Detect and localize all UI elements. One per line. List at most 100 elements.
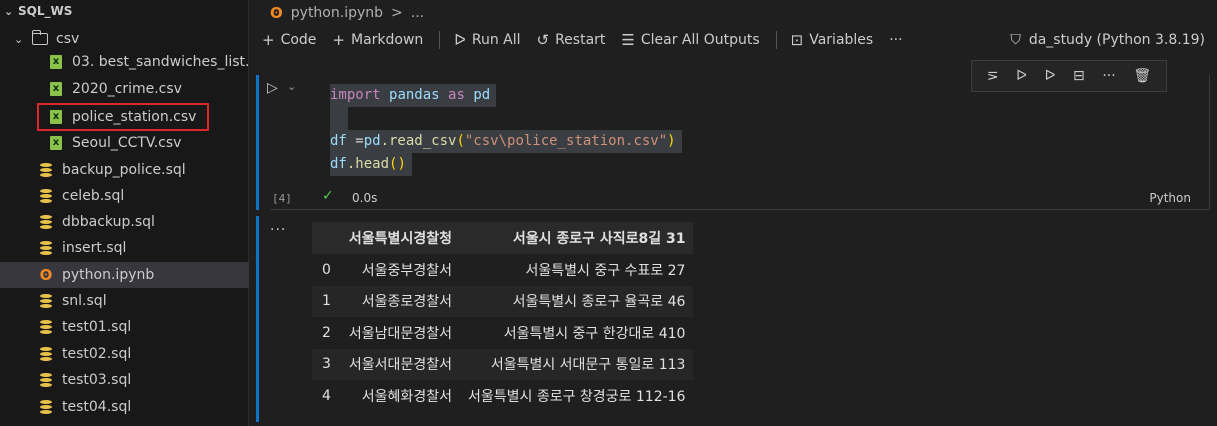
clear-outputs-button[interactable]: ☰ Clear All Outputs [621, 31, 759, 49]
table-row: 1 서울종로경찰서 서울특별시 종로구 율곡로 46 [312, 285, 694, 317]
more-actions-button[interactable]: ··· [889, 32, 902, 48]
code-token: ( [456, 133, 465, 149]
code-token: .read_csv [380, 133, 457, 149]
run-all-button[interactable]: ᐅ Run All [454, 31, 520, 49]
chevron-down-icon: ⌄ [14, 32, 24, 46]
cell-language[interactable]: Python [1149, 191, 1191, 205]
file-item[interactable]: test02.sql [0, 341, 249, 367]
csv-file-icon: x [48, 135, 64, 151]
file-item[interactable]: x Seoul_CCTV.csv [0, 130, 249, 156]
table-cell: 서울특별시 종로구 창경궁로 112-16 [467, 388, 686, 405]
file-item[interactable]: backup_police.sql [0, 157, 249, 183]
file-item[interactable]: test03.sql [0, 367, 249, 393]
clear-outputs-label: Clear All Outputs [640, 32, 760, 48]
breadcrumb[interactable]: ʘ python.ipynb > ... [270, 2, 424, 24]
more-icon: ··· [889, 32, 903, 48]
kernel-label: da_study (Python 3.8.19) [1028, 32, 1205, 48]
variables-icon: ⊡ [790, 31, 804, 49]
code-token: .head [346, 156, 390, 172]
code-token: pd [363, 133, 381, 149]
database-file-icon [38, 399, 54, 415]
add-code-button[interactable]: + Code [262, 31, 316, 49]
run-above-icon[interactable]: ᐅ [1016, 68, 1027, 84]
table-header: 서울특별시경찰청 [340, 222, 460, 254]
code-token: = [346, 133, 364, 149]
more-icon[interactable]: ··· [1102, 68, 1115, 84]
trash-icon[interactable]: 🗑 [1133, 68, 1151, 84]
database-file-icon [38, 346, 54, 362]
table-row: 2 서울남대문경찰서 서울특별시 중구 한강대로 410 [312, 317, 693, 349]
database-file-icon [38, 319, 54, 335]
file-item[interactable]: test01.sql [0, 314, 249, 340]
kernel-icon: ⛉ [1010, 32, 1021, 48]
file-label: python.ipynb [62, 267, 155, 283]
table-cell: 서울종로경찰서 [340, 285, 460, 317]
file-item[interactable]: test04.sql [0, 394, 249, 420]
dataframe-output: 서울특별시경찰청 서울시 종로구 사직로8길 31 0 서울중부경찰서 서울특별… [312, 222, 694, 412]
code-line: df.head() [330, 153, 780, 176]
table-cell: 서울특별시 종로구 율곡로 46 [459, 285, 694, 317]
table-header-row: 서울특별시경찰청 서울시 종로구 사직로8길 31 [312, 222, 694, 254]
code-token: ) [667, 133, 676, 149]
file-item[interactable]: dbbackup.sql [0, 209, 249, 235]
file-label: backup_police.sql [62, 162, 186, 178]
file-item[interactable]: insert.sql [0, 235, 249, 261]
add-code-label: Code [280, 32, 317, 48]
workspace-root[interactable]: ⌄ SQL_WS [0, 0, 248, 22]
table-cell: 서울남대문경찰서 [348, 325, 452, 342]
file-item[interactable]: celeb.sql [0, 183, 249, 209]
file-label: dbbackup.sql [62, 214, 155, 230]
file-label: insert.sql [62, 240, 127, 256]
restart-button[interactable]: ↺ Restart [537, 31, 606, 49]
restart-icon: ↺ [536, 31, 550, 49]
execution-time: 0.0s [352, 191, 378, 205]
table-row: 0 서울중부경찰서 서울특별시 중구 수표로 27 [312, 254, 693, 286]
run-below-icon[interactable]: ᐅ [1045, 68, 1056, 84]
table-header: 서울시 종로구 사직로8길 31 [459, 222, 694, 254]
folder-open-icon [31, 30, 48, 47]
folder-label: csv [56, 31, 80, 47]
kernel-picker[interactable]: ⛉ da_study (Python 3.8.19) [1010, 28, 1205, 52]
plus-icon: + [332, 31, 345, 49]
run-cell-icon[interactable]: ▷ [267, 80, 278, 96]
breadcrumb-more[interactable]: ... [411, 5, 424, 21]
file-item-active[interactable]: ʘ python.ipynb [0, 262, 249, 288]
file-label: test04.sql [62, 399, 132, 415]
table-row: 4 서울혜화경찰서 서울특별시 종로구 창경궁로 112-16 [312, 380, 693, 412]
breadcrumb-file[interactable]: python.ipynb [291, 5, 383, 21]
variables-label: Variables [809, 32, 874, 48]
file-item[interactable]: snl.sql [0, 288, 249, 314]
file-label: test03.sql [62, 372, 132, 388]
code-token: df [330, 133, 347, 149]
cell-toolbar: ⋝ ᐅ ᐅ ⊟ ··· 🗑 [971, 60, 1167, 92]
code-token: pd [473, 87, 491, 103]
execute-above-icon[interactable]: ⋝ [987, 68, 999, 84]
file-item[interactable]: x 2020_crime.csv [0, 76, 249, 102]
file-label: test02.sql [62, 346, 132, 362]
run-all-icon: ᐅ [454, 31, 466, 49]
toolbar-divider [775, 31, 777, 49]
toolbar-divider [439, 31, 441, 49]
variables-button[interactable]: ⊡ Variables [791, 31, 874, 49]
add-markdown-button[interactable]: + Markdown [332, 31, 423, 49]
code-editor[interactable]: import pandas as pd df =pd.read_csv("csv… [330, 84, 780, 176]
file-item[interactable]: x 03. best_sandwiches_list... [0, 49, 249, 75]
clear-all-icon: ☰ [621, 31, 635, 49]
add-markdown-label: Markdown [351, 32, 424, 48]
database-file-icon [38, 293, 54, 309]
highlight-box [37, 103, 209, 131]
database-file-icon [38, 240, 54, 256]
code-token: df [330, 156, 347, 172]
split-cell-icon[interactable]: ⊟ [1073, 68, 1085, 84]
jupyter-notebook-icon: ʘ [270, 4, 283, 22]
table-cell: 서울특별시 중구 한강대로 410 [503, 325, 686, 342]
restart-label: Restart [555, 32, 606, 48]
jupyter-notebook-icon: ʘ [39, 266, 53, 284]
file-label: Seoul_CCTV.csv [72, 135, 182, 151]
code-token: () [389, 156, 406, 172]
table-cell: 서울서대문경찰서 [340, 348, 460, 380]
chevron-down-icon[interactable]: ⌄ [287, 80, 296, 93]
database-file-icon [38, 372, 54, 388]
explorer-sidebar: ⌄ SQL_WS ⌄ csv x 03. best_sandwiches_lis… [0, 0, 249, 426]
output-more-icon[interactable]: ··· [270, 222, 286, 238]
